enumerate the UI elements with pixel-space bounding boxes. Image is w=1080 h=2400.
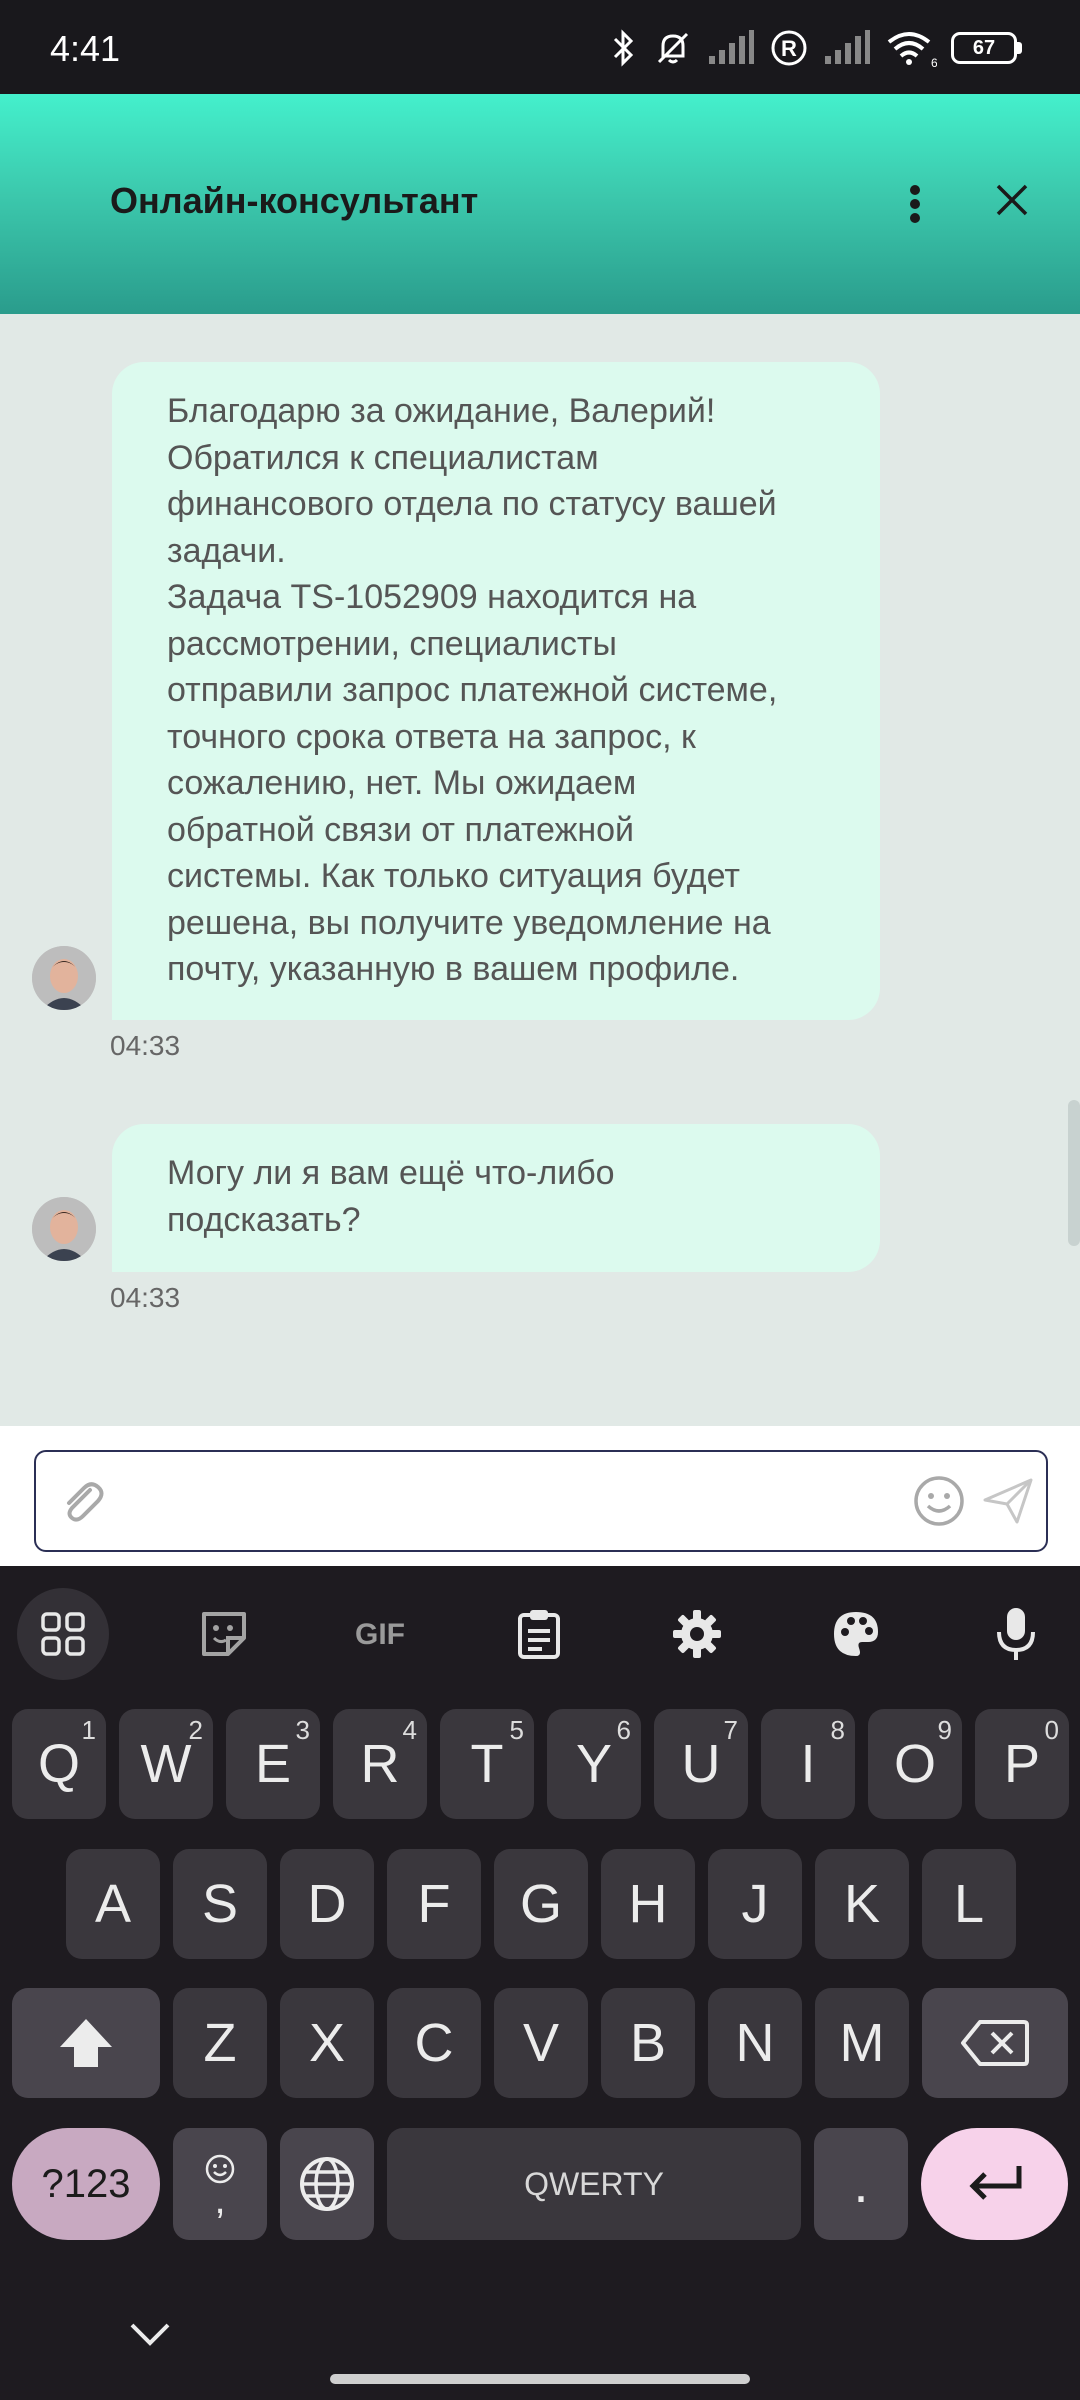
- key-o[interactable]: O9: [868, 1709, 962, 1819]
- svg-text:R: R: [781, 36, 797, 61]
- message-input-box[interactable]: [34, 1450, 1048, 1552]
- key-p[interactable]: P0: [975, 1709, 1069, 1819]
- soft-keyboard: GIF Q1 W2 E3 R4 T5 Y6 U7 I8 O9 P0 A S D …: [0, 1566, 1080, 2400]
- key-x[interactable]: X: [280, 1988, 374, 2098]
- enter-key[interactable]: [921, 2128, 1068, 2240]
- chat-scrollbar[interactable]: [1068, 1100, 1080, 1246]
- key-n[interactable]: N: [708, 1988, 802, 2098]
- key-s[interactable]: S: [173, 1849, 267, 1959]
- symbols-key[interactable]: ?123: [12, 2128, 160, 2240]
- space-key[interactable]: QWERTY: [387, 2128, 801, 2240]
- composer: [0, 1426, 1080, 1566]
- close-button[interactable]: [982, 170, 1042, 230]
- apps-icon: [41, 1612, 85, 1656]
- key-y[interactable]: Y6: [547, 1709, 641, 1819]
- hide-keyboard-button[interactable]: [120, 2308, 180, 2358]
- shift-icon: [60, 2019, 112, 2067]
- battery-level: 67: [951, 32, 1017, 64]
- signal-icon: [709, 30, 754, 64]
- sticker-button[interactable]: [178, 1588, 270, 1680]
- key-w[interactable]: W2: [119, 1709, 213, 1819]
- message-input[interactable]: [136, 1452, 926, 1550]
- key-q[interactable]: Q1: [12, 1709, 106, 1819]
- more-vertical-icon: [910, 185, 920, 223]
- chat-message-list[interactable]: Благодарю за ожидание, Валерий! Обратилс…: [0, 314, 1080, 1426]
- keyboard-toolbar: GIF: [0, 1566, 1080, 1686]
- key-r[interactable]: R4: [333, 1709, 427, 1819]
- key-v[interactable]: V: [494, 1988, 588, 2098]
- send-icon[interactable]: [981, 1474, 1035, 1528]
- status-time: 4:41: [50, 28, 121, 69]
- key-m[interactable]: M: [815, 1988, 909, 2098]
- svg-text:GIF: GIF: [355, 1618, 405, 1651]
- emoji-icon[interactable]: [912, 1474, 966, 1528]
- operator-avatar: [32, 1197, 96, 1261]
- gif-icon: GIF: [355, 1618, 405, 1651]
- network-badge: 6: [931, 56, 937, 68]
- keyboard-settings-button[interactable]: [651, 1588, 743, 1680]
- roaming-icon: R: [771, 30, 807, 66]
- comma-label: ,: [214, 2178, 226, 2222]
- more-options-button[interactable]: [885, 174, 945, 234]
- operator-avatar: [32, 946, 96, 1010]
- mic-icon: [997, 1608, 1035, 1660]
- gear-icon: [673, 1610, 721, 1658]
- key-t[interactable]: T5: [440, 1709, 534, 1819]
- clipboard-icon: [518, 1610, 560, 1659]
- operator-message: Могу ли я вам ещё что-либо подсказать?: [112, 1124, 880, 1272]
- backspace-key[interactable]: [922, 1988, 1068, 2098]
- key-k[interactable]: K: [815, 1849, 909, 1959]
- key-b[interactable]: B: [601, 1988, 695, 2098]
- key-u[interactable]: U7: [654, 1709, 748, 1819]
- page-title: Онлайн-консультант: [110, 180, 479, 221]
- battery-icon: 67: [951, 32, 1022, 64]
- key-z[interactable]: Z: [173, 1988, 267, 2098]
- period-key[interactable]: .: [814, 2128, 908, 2240]
- paperclip-icon[interactable]: [56, 1476, 108, 1528]
- key-f[interactable]: F: [387, 1849, 481, 1959]
- bell-muted-icon: [657, 32, 689, 64]
- key-h[interactable]: H: [601, 1849, 695, 1959]
- close-icon: [996, 184, 1028, 216]
- apps-grid-button[interactable]: [17, 1588, 109, 1680]
- status-bar: 4:41 R 6 67: [0, 0, 1080, 94]
- message-time: 04:33: [110, 1282, 181, 1313]
- chat-header: Онлайн-консультант: [0, 94, 1080, 314]
- shift-key[interactable]: [12, 1988, 160, 2098]
- operator-message: Благодарю за ожидание, Валерий! Обратилс…: [112, 362, 880, 1020]
- voice-input-button[interactable]: [970, 1588, 1062, 1680]
- theme-button[interactable]: [810, 1588, 902, 1680]
- key-d[interactable]: D: [280, 1849, 374, 1959]
- enter-icon: [968, 2166, 1021, 2200]
- key-l[interactable]: L: [922, 1849, 1016, 1959]
- key-a[interactable]: A: [66, 1849, 160, 1959]
- status-icons: R 6 67: [609, 26, 1022, 70]
- backspace-icon: [961, 2020, 1029, 2066]
- key-e[interactable]: E3: [226, 1709, 320, 1819]
- key-i[interactable]: I8: [761, 1709, 855, 1819]
- key-c[interactable]: C: [387, 1988, 481, 2098]
- globe-icon: [300, 2157, 354, 2211]
- chevron-down-icon: [130, 2323, 170, 2346]
- message-time: 04:33: [110, 1030, 181, 1061]
- home-indicator[interactable]: [330, 2374, 750, 2384]
- signal-icon-2: [825, 30, 870, 64]
- comma-key[interactable]: ,: [173, 2128, 267, 2240]
- bluetooth-icon: [613, 29, 634, 67]
- wifi-icon: 6: [887, 32, 937, 68]
- clipboard-button[interactable]: [493, 1588, 585, 1680]
- key-g[interactable]: G: [494, 1849, 588, 1959]
- palette-icon: [834, 1612, 878, 1656]
- gif-button[interactable]: GIF: [334, 1588, 426, 1680]
- key-j[interactable]: J: [708, 1849, 802, 1959]
- language-key[interactable]: [280, 2128, 374, 2240]
- sticker-icon: [202, 1612, 246, 1656]
